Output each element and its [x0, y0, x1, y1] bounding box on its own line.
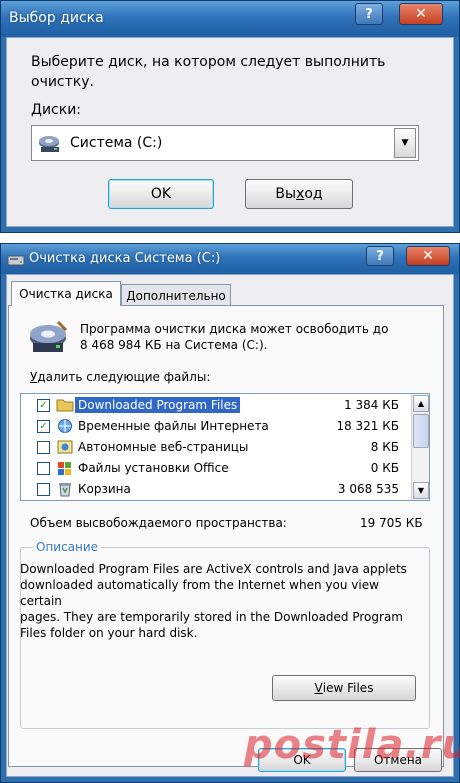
close-icon: ✕	[422, 248, 434, 264]
list-item[interactable]: ✓ Временные файлы Интернета 18 321 КБ	[23, 416, 405, 436]
combobox-dropdown-button[interactable]: ▼	[394, 128, 416, 158]
cleanup-dialog-help-button[interactable]: ?	[366, 246, 394, 266]
chevron-down-icon: ▼	[401, 138, 409, 148]
internet-files-icon	[58, 419, 72, 433]
help-icon: ?	[365, 6, 373, 22]
close-icon: ✕	[415, 6, 427, 22]
ok-button[interactable]: OK	[108, 179, 214, 209]
description-legend: Описание	[33, 540, 102, 554]
files-listbox[interactable]: ✓ Downloaded Program Files 1 384 КБ ✓ Вр…	[20, 393, 430, 501]
cleanup-dialog-close-button[interactable]: ✕	[406, 246, 450, 266]
scroll-thumb[interactable]	[413, 414, 429, 448]
space-freed-value: 19 705 КБ	[360, 516, 423, 530]
list-item[interactable]: Корзина 3 068 535	[23, 479, 405, 499]
tab-advanced[interactable]: Дополнительно	[121, 284, 231, 306]
drive-dialog-help-button[interactable]: ?	[355, 3, 383, 25]
tab-disk-cleanup[interactable]: Очистка диска	[11, 281, 121, 306]
scroll-down-button[interactable]: ▼	[413, 482, 429, 499]
space-freed-label: Объем высвобождаемого пространства:	[30, 516, 287, 530]
drive-dialog-titlebar[interactable]: Выбор диска ? ✕	[1, 1, 459, 37]
watermark-logo: postila.ru	[244, 722, 460, 768]
hard-drive-cleanup-icon	[30, 320, 68, 352]
files-to-delete-label: Удалить следующие файлы:	[30, 370, 211, 384]
exit-button[interactable]: Вы х од	[245, 179, 353, 209]
cleanup-intro: Программа очистки диска может освободить…	[80, 322, 389, 352]
view-files-button[interactable]: View Files	[272, 675, 416, 701]
file-checkbox[interactable]	[37, 440, 50, 454]
description-text: Downloaded Program Files are ActiveX con…	[20, 562, 407, 640]
chevron-up-icon: ▲	[417, 399, 425, 408]
drive-dialog-close-button[interactable]: ✕	[399, 3, 443, 25]
help-icon: ?	[376, 248, 384, 264]
file-checkbox[interactable]: ✓	[37, 398, 50, 412]
files-scrollbar[interactable]: ▲ ▼	[411, 394, 429, 500]
selected-drive: Система (C:)	[70, 135, 163, 151]
list-item[interactable]: Автономные веб-страницы 8 КБ	[23, 437, 405, 457]
drive-select-dialog: Выбор диска ? ✕ Выберите диск, на которо…	[0, 0, 460, 233]
chevron-down-icon: ▼	[417, 486, 425, 495]
hard-drive-icon	[39, 136, 59, 152]
file-checkbox[interactable]	[37, 482, 50, 496]
scroll-up-button[interactable]: ▲	[413, 395, 429, 412]
cleanup-dialog-titlebar[interactable]: Очистка диска Система (C:) ? ✕	[1, 244, 459, 274]
list-item[interactable]: ✓ Downloaded Program Files 1 384 КБ	[23, 395, 405, 415]
drive-combobox[interactable]: Система (C:) ▼	[31, 125, 419, 161]
office-setup-icon	[58, 462, 71, 475]
drive-dialog-title: Выбор диска	[9, 10, 104, 26]
offline-pages-icon	[57, 440, 73, 454]
list-item[interactable]: Файлы установки Office 0 КБ	[23, 458, 405, 478]
drives-label: Диски:	[31, 102, 82, 118]
folder-icon	[56, 399, 74, 412]
cleanup-dialog-title: Очистка диска Система (C:)	[29, 251, 221, 266]
file-checkbox[interactable]: ✓	[37, 419, 50, 433]
drive-prompt: Выберите диск, на котором следует выполн…	[31, 54, 386, 90]
file-checkbox[interactable]	[37, 461, 50, 475]
recycle-bin-icon	[59, 483, 71, 497]
disk-cleanup-icon	[7, 255, 25, 266]
